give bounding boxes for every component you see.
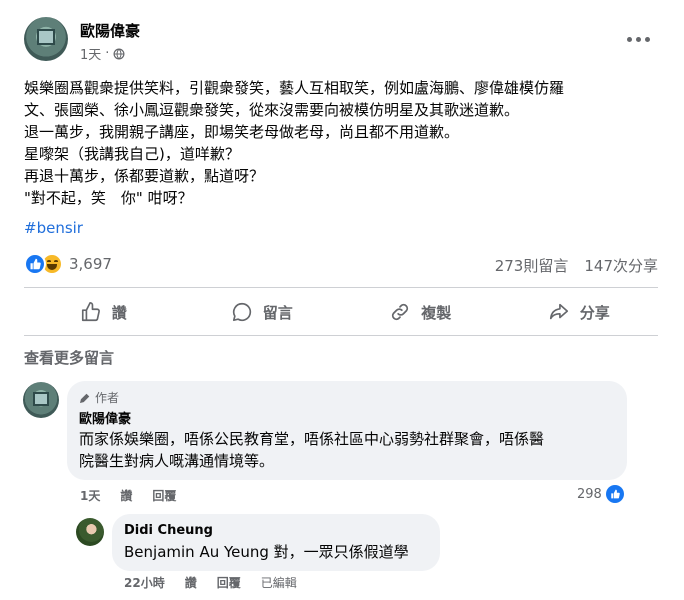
share-button[interactable]: 分享: [500, 291, 659, 333]
author-name[interactable]: 歐陽偉豪: [80, 20, 140, 41]
pen-icon: [79, 393, 90, 403]
comment-bubble-icon: [232, 302, 251, 322]
comment-time[interactable]: 1天: [80, 487, 100, 504]
like-reaction-icon: [605, 485, 624, 503]
comment-label: 留言: [262, 303, 293, 322]
like-button[interactable]: 讚: [24, 291, 183, 333]
comment-line: 院醫生對病人嘅溝通情境等。: [79, 452, 275, 470]
post-time[interactable]: 1天: [80, 44, 101, 63]
commenter-avatar[interactable]: [23, 382, 59, 418]
share-arrow-icon: [549, 303, 568, 320]
post-line: 退一萬步，我開親子講座，即場笑老母做老母，尚且都不用道歉。: [24, 123, 460, 141]
link-icon: [392, 303, 409, 321]
commenter-avatar[interactable]: [76, 518, 104, 546]
view-more-comments-link[interactable]: 查看更多留言: [24, 347, 114, 368]
copy-label: 複製: [421, 303, 452, 322]
comments-count[interactable]: 273則留言: [495, 255, 569, 276]
like-label: 讚: [111, 303, 127, 322]
comment-bubble: 作者 歐陽偉豪 而家係娛樂圈，唔係公民教育堂，唔係社區中心弱勢社群聚會，唔係醫 …: [67, 381, 627, 480]
copy-button[interactable]: 複製: [341, 291, 500, 333]
comment-meta: 22小時 讚 回覆 已編輯: [124, 574, 297, 591]
post-line: 再退十萬步，係都要道歉，點道呀？: [24, 167, 265, 185]
more-icon[interactable]: [620, 24, 656, 54]
share-label: 分享: [579, 303, 610, 322]
post-body: 娛樂圈爲觀衆提供笑料，引觀衆發笑，藝人互相取笑，例如盧海鵬、廖偉雄模仿羅 文、張…: [24, 77, 664, 209]
author-badge: 作者: [79, 389, 119, 406]
commenter-name[interactable]: Didi Cheung: [124, 523, 213, 538]
shares-count[interactable]: 147次分享: [584, 255, 658, 276]
facebook-post: 歐陽偉豪 1天 · 娛樂圈爲觀衆提供笑料，引觀衆發笑，藝人互相取笑，例如盧海鵬、…: [0, 0, 684, 600]
divider: [24, 335, 658, 336]
comment-reaction-count[interactable]: 298: [577, 485, 624, 503]
comment-reply-button[interactable]: 回覆: [217, 574, 241, 591]
reply-bubble: Didi Cheung Benjamin Au Yeung 對，一眾只係假道學: [112, 514, 440, 571]
thumbs-up-icon: [81, 302, 100, 322]
globe-icon[interactable]: [113, 48, 125, 60]
divider: [24, 287, 658, 288]
post-line: 星嚟架（我講我自己)，道咩歉？: [24, 145, 240, 163]
comment-line: 而家係娛樂圈，唔係公民教育堂，唔係社區中心弱勢社群聚會，唔係醫: [79, 430, 545, 448]
reactions-summary[interactable]: 3,697: [24, 253, 112, 275]
hashtag-link[interactable]: #bensir: [24, 219, 83, 237]
author-avatar[interactable]: [24, 17, 68, 61]
author-badge-label: 作者: [95, 391, 120, 405]
comment-like-button[interactable]: 讚: [185, 574, 197, 591]
commenter-name[interactable]: 歐陽偉豪: [79, 408, 131, 427]
post-line: 文、張國榮、徐小鳳逗觀衆發笑，從來沒需要向被模仿明星及其歌迷道歉。: [24, 101, 520, 119]
comment-like-button[interactable]: 讚: [120, 487, 132, 504]
comment-time[interactable]: 22小時: [124, 574, 165, 591]
post-meta: 1天 ·: [80, 44, 125, 63]
post-line: "對不起，笑 你" 咁呀？: [24, 189, 193, 207]
post-actions: 讚 留言 複製 分享: [24, 291, 658, 333]
comment-meta: 1天 讚 回覆: [80, 487, 176, 504]
reaction-count[interactable]: 3,697: [69, 255, 112, 273]
edited-label: 已編輯: [260, 576, 297, 590]
comment-reply-button[interactable]: 回覆: [152, 487, 176, 504]
post-line: 娛樂圈爲觀衆提供笑料，引觀衆發笑，藝人互相取笑，例如盧海鵬、廖偉雄模仿羅: [24, 79, 565, 97]
post-stats: 273則留言 147次分享: [495, 255, 658, 276]
like-reaction-icon: [24, 253, 46, 275]
comment-likes-count: 298: [577, 486, 602, 502]
comment-text: Benjamin Au Yeung 對，一眾只係假道學: [124, 543, 409, 561]
comment-button[interactable]: 留言: [183, 291, 342, 333]
